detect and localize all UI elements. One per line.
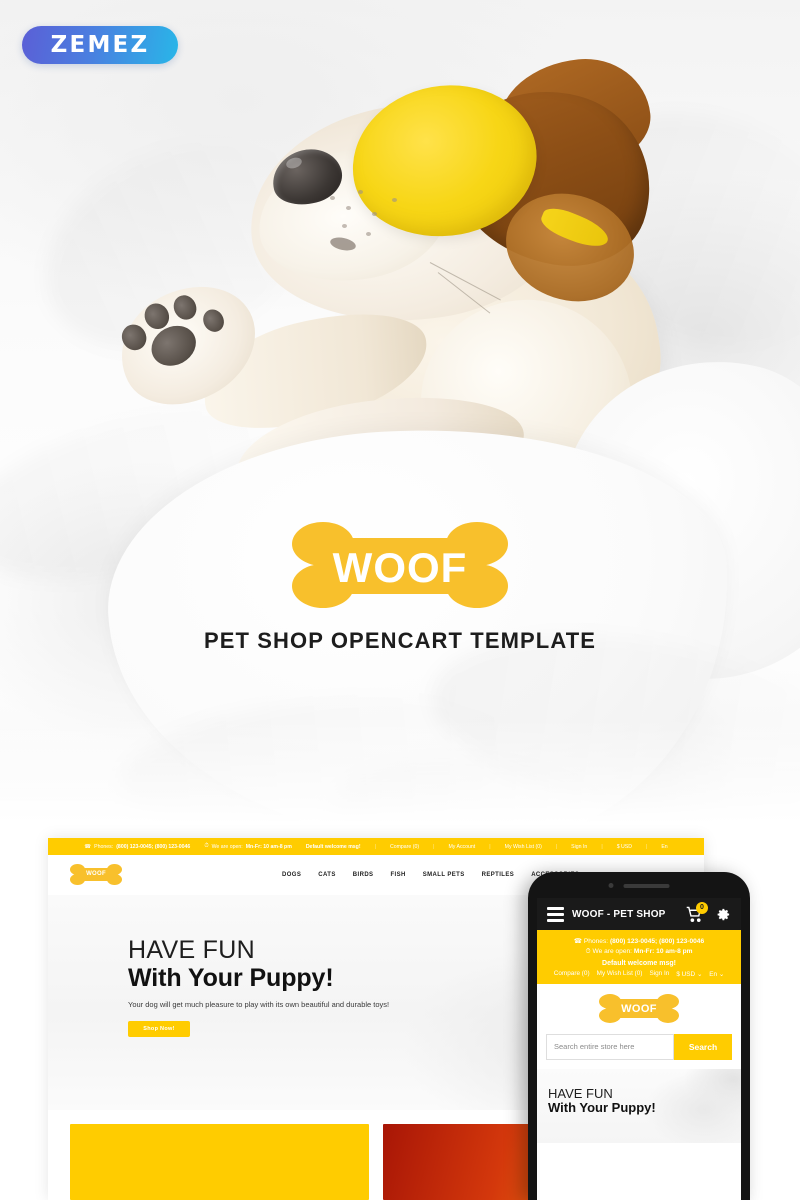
link-wish-list[interactable]: My Wish List (0): [597, 970, 643, 978]
woof-bone-logo: WOOF: [292, 516, 508, 616]
language-selector[interactable]: En: [661, 844, 667, 850]
paw-toe-pad: [117, 320, 151, 355]
mobile-logo-text: WOOF: [621, 1002, 657, 1015]
dog-freckle: [342, 224, 347, 228]
desktop-nav: DOGS CATS BIRDS FISH SMALL PETS REPTILES…: [282, 872, 579, 878]
link-sign-in[interactable]: Sign In: [649, 970, 669, 978]
phone-screen: WOOF - PET SHOP 0 ☎ Phones: (800) 123-00…: [537, 898, 741, 1200]
divider: |: [601, 843, 603, 850]
paw-toe-pad: [169, 291, 201, 324]
mobile-search-row: Search entire store here Search: [537, 1033, 741, 1069]
desktop-woof-logo[interactable]: WOOF: [70, 863, 122, 887]
welcome-message: Default welcome msg!: [305, 843, 361, 850]
nav-item-fish[interactable]: FISH: [390, 872, 405, 878]
mobile-phones: ☎ Phones: (800) 123-0045; (800) 123-0046: [543, 937, 735, 945]
divider: |: [433, 843, 435, 850]
hero-photo: [0, 0, 800, 838]
zemez-logo-text: ZEMEZ: [50, 32, 150, 58]
open-value: Mn-Fr: 10 am-8 pm: [245, 843, 292, 850]
currency-selector[interactable]: $ USD: [617, 844, 632, 850]
dog-freckle: [372, 212, 377, 216]
phone-notch: [608, 883, 670, 888]
nav-item-cats[interactable]: CATS: [318, 872, 336, 878]
mobile-mockup: WOOF - PET SHOP 0 ☎ Phones: (800) 123-00…: [528, 872, 750, 1200]
link-wish-list[interactable]: My Wish List (0): [505, 844, 542, 850]
desktop-logo-text: WOOF: [86, 871, 106, 877]
speaker-grille: [623, 883, 670, 888]
hero-bottom-fade: [0, 718, 800, 838]
divider: |: [645, 843, 648, 850]
camera-icon: [608, 883, 614, 888]
cart-icon[interactable]: 0: [685, 901, 708, 923]
nav-item-small-pets[interactable]: SMALL PETS: [423, 872, 465, 878]
phones-value: (800) 123-0045; (800) 123-0046: [609, 938, 705, 946]
page-title: PET SHOP OPENCART TEMPLATE: [203, 628, 597, 653]
clock-icon: ⏱: [585, 947, 591, 955]
nav-item-birds[interactable]: BIRDS: [353, 872, 374, 878]
mobile-hero-line1: HAVE FUN: [548, 1085, 613, 1101]
zemez-logo-badge[interactable]: ZEMEZ: [22, 26, 178, 64]
dog-freckle: [358, 190, 363, 194]
divider: |: [489, 843, 491, 850]
mobile-topbar: ☎ Phones: (800) 123-0045; (800) 123-0046…: [537, 930, 741, 984]
mobile-store-title: WOOF - PET SHOP: [572, 908, 666, 920]
dog-freckle: [330, 196, 335, 200]
phone-icon: ☎: [573, 938, 583, 946]
divider: |: [555, 843, 558, 850]
search-button[interactable]: Search: [674, 1033, 732, 1060]
link-sign-in[interactable]: Sign In: [571, 844, 587, 850]
mobile-woof-logo[interactable]: WOOF: [599, 992, 679, 1026]
gear-icon[interactable]: [716, 907, 731, 922]
hamburger-icon[interactable]: [547, 906, 564, 922]
shop-now-button[interactable]: Shop Now!: [128, 1021, 190, 1037]
paw-toe-pad: [199, 305, 228, 336]
template-preview-page: ZEMEZ WOOF PET SHOP OPENCART TEMPLATE ☎ …: [0, 0, 800, 1200]
promo-card-yellow[interactable]: [70, 1124, 369, 1200]
currency-selector[interactable]: $ USD ⌄: [676, 970, 702, 978]
nav-item-reptiles[interactable]: REPTILES: [482, 872, 515, 878]
link-compare[interactable]: Compare (0): [554, 970, 590, 978]
open-label: We are open:: [592, 947, 632, 955]
desktop-topbar: ☎ Phones: (800) 123-0045; (800) 123-0046…: [48, 838, 704, 855]
link-compare[interactable]: Compare (0): [390, 844, 419, 850]
dog-freckle: [346, 206, 351, 210]
mobile-quick-links: Compare (0) My Wish List (0) Sign In $ U…: [543, 970, 735, 978]
mobile-hero-banner: HAVE FUN With Your Puppy!: [537, 1069, 741, 1143]
divider: |: [374, 843, 376, 850]
phones-label: Phones:: [94, 843, 114, 850]
phone-icon: ☎: [84, 843, 92, 850]
woof-logo-text: WOOF: [332, 544, 468, 591]
mobile-header: WOOF - PET SHOP 0: [537, 898, 741, 930]
search-input[interactable]: Search entire store here: [546, 1033, 674, 1060]
link-my-account[interactable]: My Account: [448, 844, 475, 850]
cart-count-badge: 0: [696, 901, 708, 914]
nav-item-dogs[interactable]: DOGS: [282, 872, 301, 878]
desktop-phones: ☎ Phones: (800) 123-0045; (800) 123-0046: [84, 844, 190, 850]
desktop-hours: ⏱ We are open: Mn-Fr: 10 am-8 pm: [204, 843, 291, 850]
open-label: We are open:: [211, 843, 243, 850]
phones-label: Phones:: [583, 938, 609, 946]
mobile-hours: ⏱ We are open: Mn-Fr: 10 am-8 pm: [543, 948, 735, 956]
mobile-hero-line2: With Your Puppy!: [548, 1100, 656, 1116]
language-selector[interactable]: En ⌄: [709, 970, 724, 978]
open-value: Mn-Fr: 10 am-8 pm: [633, 947, 693, 955]
mobile-welcome-message: Default welcome msg!: [602, 959, 676, 967]
dog-freckle: [366, 232, 371, 236]
phones-value: (800) 123-0045; (800) 123-0046: [116, 843, 191, 850]
mobile-logo-row: WOOF: [537, 983, 741, 1034]
dog-freckle: [392, 198, 397, 202]
clock-icon: ⏱: [204, 843, 209, 849]
